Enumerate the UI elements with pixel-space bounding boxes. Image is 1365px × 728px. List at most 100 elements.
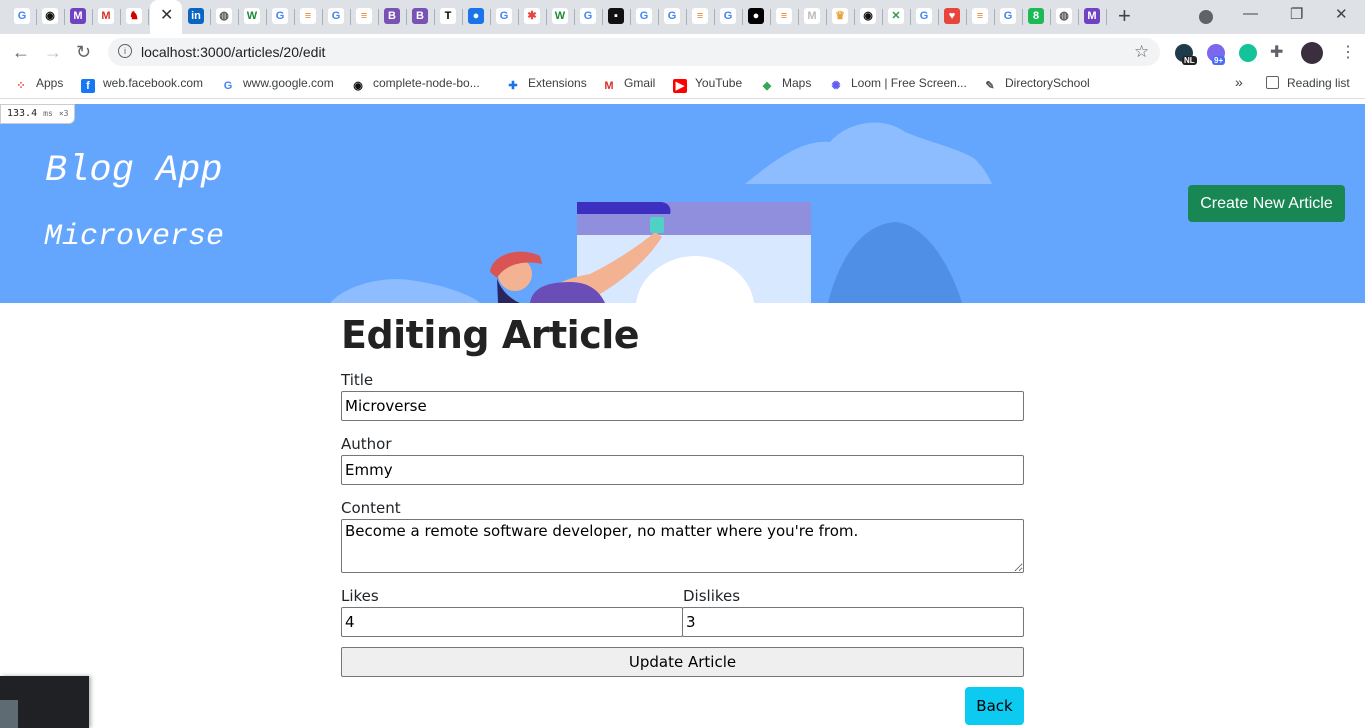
tab-stackoverflow-icon[interactable]: ≡ — [356, 8, 372, 24]
tab-asterisk-icon[interactable]: ✱ — [524, 8, 540, 24]
content-label: Content — [341, 499, 401, 517]
bookmark-label: Loom | Free Screen... — [851, 76, 967, 90]
tab-bootstrap-icon[interactable]: B — [384, 8, 400, 24]
reading-list-button[interactable]: Reading list — [1266, 76, 1350, 90]
more-bookmarks-icon[interactable]: » — [1235, 74, 1243, 90]
profile-avatar[interactable] — [1301, 42, 1323, 64]
tab-crown-icon[interactable]: ♛ — [832, 8, 848, 24]
bookmark-item[interactable]: ✚ Extensions — [506, 76, 587, 93]
restore-icon[interactable]: ❐ — [1290, 5, 1303, 23]
title-label: Title — [341, 371, 374, 389]
bookmark-item[interactable]: ◉ complete-node-bo... — [351, 76, 480, 93]
tab-medium-icon[interactable]: ● — [748, 8, 764, 24]
grammarly-icon[interactable] — [1239, 44, 1257, 62]
tab-google-g-icon[interactable]: G — [580, 8, 596, 24]
bookmark-label: Maps — [782, 76, 812, 90]
tab-stackoverflow-icon[interactable]: ≡ — [776, 8, 792, 24]
bookmark-item[interactable]: f web.facebook.com — [81, 76, 203, 93]
content-textarea[interactable]: Become a remote software developer, no m… — [341, 519, 1024, 573]
new-tab-button[interactable]: + — [1118, 4, 1131, 28]
tab-google-g-icon[interactable]: G — [328, 8, 344, 24]
tab-dark-square-icon[interactable]: ▪ — [608, 8, 624, 24]
reload-icon[interactable]: ↻ — [76, 41, 91, 63]
tab-microverse-icon[interactable]: M — [804, 8, 820, 24]
tab-separator — [378, 9, 379, 25]
create-new-article-button[interactable]: Create New Article — [1188, 185, 1345, 222]
forward-arrow-icon[interactable]: → — [44, 41, 62, 63]
likes-input[interactable] — [341, 607, 683, 637]
tab-separator — [686, 9, 687, 25]
update-article-button[interactable]: Update Article — [341, 647, 1024, 677]
back-button[interactable]: Back — [965, 687, 1024, 725]
tab-google-g-icon[interactable]: G — [636, 8, 652, 24]
tab-github-icon[interactable]: ◉ — [42, 8, 58, 24]
tab-blue-circle-icon[interactable]: ● — [468, 8, 484, 24]
tab-google-g-icon[interactable]: G — [720, 8, 736, 24]
tab-stackoverflow-icon[interactable]: ≡ — [692, 8, 708, 24]
tab-separator — [1078, 9, 1079, 25]
author-input[interactable] — [341, 455, 1024, 485]
tab-shield-icon[interactable]: ♥ — [944, 8, 960, 24]
taskbar-tile[interactable] — [0, 700, 18, 728]
tab-globe-icon[interactable]: ◍ — [1056, 8, 1072, 24]
extensions-puzzle-icon[interactable]: ✚ — [1270, 42, 1283, 64]
bookmark-label: Gmail — [624, 76, 656, 90]
tab-separator — [1050, 9, 1051, 25]
bookmark-star-icon[interactable]: ☆ — [1134, 42, 1149, 62]
tab-google-g-icon[interactable]: G — [496, 8, 512, 24]
tab-separator — [406, 9, 407, 25]
tab-separator — [742, 9, 743, 25]
tab-w-icon[interactable]: W — [552, 8, 568, 24]
minimize-icon[interactable]: — — [1243, 5, 1258, 22]
close-window-icon[interactable]: ✕ — [1335, 5, 1348, 23]
browser-menu-icon[interactable]: ⋮ — [1340, 42, 1356, 62]
site-title[interactable]: Blog App — [45, 150, 223, 192]
tab-nyt-icon[interactable]: T — [440, 8, 456, 24]
tab-google-g-icon[interactable]: G — [1000, 8, 1016, 24]
bookmark-item[interactable]: ✺ Loom | Free Screen... — [829, 76, 967, 93]
tab-stackoverflow-icon[interactable]: ≡ — [300, 8, 316, 24]
google-g-icon: G — [221, 79, 235, 93]
bookmark-item[interactable]: ✎ DirectorySchool — [983, 76, 1090, 93]
back-arrow-icon[interactable]: ← — [12, 41, 30, 63]
tab-separator — [322, 9, 323, 25]
dislikes-input[interactable] — [682, 607, 1024, 637]
tab-w-icon[interactable]: W — [244, 8, 260, 24]
tab-microverse-icon[interactable]: M — [70, 8, 86, 24]
bookmark-label: Extensions — [528, 76, 587, 90]
tab-google-g-icon[interactable]: G — [14, 8, 30, 24]
browser-window-illustration — [577, 202, 811, 303]
page-title: Editing Article — [341, 313, 640, 357]
close-tab-icon[interactable]: ✕ — [160, 6, 173, 26]
bookmark-item[interactable]: M Gmail — [602, 76, 655, 93]
tab-google-g-icon[interactable]: G — [272, 8, 288, 24]
tab-google-g-icon[interactable]: G — [664, 8, 680, 24]
maps-icon: ◆ — [760, 79, 774, 93]
title-input[interactable] — [341, 391, 1024, 421]
dislikes-label: Dislikes — [683, 587, 741, 605]
tab-google-g-icon[interactable]: G — [916, 8, 932, 24]
tab-green-circle-icon[interactable]: 8 — [1028, 8, 1044, 24]
tab-stackoverflow-icon[interactable]: ≡ — [972, 8, 988, 24]
pencil-icon: ✎ — [983, 79, 997, 93]
bookmark-item[interactable]: Gwww.google.com — [221, 76, 334, 93]
tab-gmail-icon[interactable]: M — [98, 8, 114, 24]
tab-search-icon[interactable] — [1199, 10, 1213, 24]
tab-separator — [462, 9, 463, 25]
tab-separator — [966, 9, 967, 25]
tab-separator — [238, 9, 239, 25]
tab-dragon-icon[interactable]: ♞ — [126, 8, 142, 24]
site-info-icon[interactable]: i — [118, 44, 132, 58]
tab-github-icon[interactable]: ◉ — [860, 8, 876, 24]
bookmark-item[interactable]: ⁘ Apps — [14, 76, 63, 93]
tab-microverse-icon[interactable]: M — [1084, 8, 1100, 24]
tab-leaf-icon[interactable]: ✕ — [888, 8, 904, 24]
tab-separator — [658, 9, 659, 25]
bookmark-item[interactable]: ▶ YouTube — [673, 76, 742, 93]
tab-linkedin-icon[interactable]: in — [188, 8, 204, 24]
bookmark-label: Apps — [36, 76, 64, 90]
tab-bootstrap-icon[interactable]: B — [412, 8, 428, 24]
url-text[interactable]: localhost:3000/articles/20/edit — [141, 44, 325, 60]
tab-globe-icon[interactable]: ◍ — [216, 8, 232, 24]
bookmark-item[interactable]: ◆ Maps — [760, 76, 811, 93]
